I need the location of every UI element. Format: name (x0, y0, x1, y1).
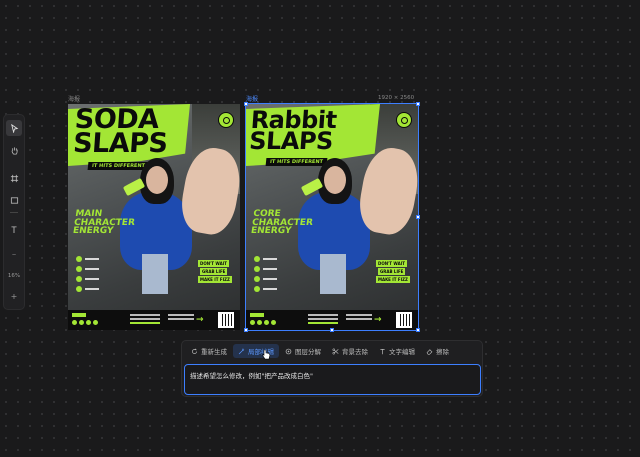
resize-handle[interactable] (416, 102, 420, 106)
resize-handle[interactable] (244, 328, 248, 332)
qr-code-icon (218, 312, 234, 328)
text-edit-icon (380, 348, 385, 354)
hand-icon[interactable] (6, 142, 22, 158)
layers-icon (285, 348, 292, 354)
refresh-icon (192, 348, 197, 354)
poster-artboard-selected[interactable]: Rabbit SLAPS IT HITS DIFFERENT CORE CHAR… (245, 103, 419, 331)
poster-slogan: IT HITS DIFFERENT (265, 158, 328, 166)
footer-text-block (346, 314, 372, 316)
resize-handle[interactable] (330, 328, 334, 332)
person-face (146, 166, 168, 194)
arrow-icon: → (374, 315, 382, 325)
tag-label: GRAB LIFE (378, 268, 406, 275)
magic-wand-icon (238, 348, 245, 354)
resize-handle[interactable] (416, 328, 420, 332)
pointer-icon[interactable] (6, 120, 22, 136)
footer-text-block (308, 314, 338, 316)
side-headline: MAIN CHARACTER ENERGY (72, 209, 136, 237)
edit-prompt-input[interactable]: 描述希望怎么修改，例如"把产品改成白色" (184, 364, 481, 395)
arrow-icon: → (196, 315, 204, 325)
social-icons (72, 320, 98, 325)
feature-row (254, 286, 277, 292)
zoom-in-button[interactable]: + (4, 292, 24, 301)
footer-text-block (168, 314, 194, 316)
remove-background-button[interactable]: 背景去除 (327, 344, 373, 358)
social-icons (250, 320, 276, 325)
poster-footer: → (246, 310, 418, 330)
poster-title: SODA SLAPS (72, 104, 169, 159)
scissors-icon (332, 348, 339, 354)
regenerate-button[interactable]: 重新生成 (186, 344, 232, 358)
badge-icon (396, 112, 412, 128)
person-face (324, 166, 346, 194)
rectangle-icon[interactable] (6, 192, 22, 208)
left-toolbar: T − 16% + (3, 114, 25, 310)
tag-label: MAKE IT FIZZ (376, 276, 410, 283)
feature-row (76, 286, 99, 292)
poster-artboard[interactable]: SODA SLAPS IT HITS DIFFERENT MAIN CHARAC… (68, 104, 240, 330)
tag-label: GRAB LIFE (200, 268, 228, 275)
tag-label: MAKE IT FIZZ (198, 276, 232, 283)
artboard-label[interactable]: 海报 (68, 94, 80, 103)
text-icon[interactable]: T (6, 222, 22, 238)
frame-grid-icon[interactable] (6, 170, 22, 186)
qr-code-icon (396, 312, 412, 328)
side-headline: CORE CHARACTER ENERGY (250, 209, 314, 237)
footer-logo (250, 313, 264, 317)
feature-row (76, 276, 99, 282)
zoom-out-button[interactable]: − (4, 252, 24, 258)
artboard-size: 1920 × 2560 (378, 95, 415, 101)
footer-logo (72, 313, 86, 317)
tag-label: DON'T WAIT (376, 260, 407, 267)
footer-text-block (130, 314, 160, 316)
person-jeans (142, 254, 168, 294)
layer-split-button[interactable]: 图层分解 (280, 344, 326, 358)
feature-row (254, 276, 277, 282)
toolbar-divider (10, 212, 18, 213)
mouse-pointer-icon (262, 349, 271, 360)
resize-handle[interactable] (416, 215, 420, 219)
text-edit-button[interactable]: 文字编辑 (374, 344, 420, 358)
feature-row (76, 256, 99, 262)
erase-button[interactable]: 擦除 (421, 344, 454, 358)
feature-row (76, 266, 99, 272)
poster-slogan: IT HITS DIFFERENT (87, 162, 150, 170)
edit-action-panel: 重新生成 局部编辑 图层分解 背景去除 文字编辑 擦除 描述希望怎么修改，例如"… (181, 340, 483, 397)
feature-row (254, 266, 277, 272)
tag-label: DON'T WAIT (198, 260, 229, 267)
zoom-level: 16% (7, 273, 21, 279)
resize-handle[interactable] (244, 102, 248, 106)
poster-footer: → (68, 310, 240, 330)
person-jeans (320, 254, 346, 294)
local-edit-button[interactable]: 局部编辑 (233, 344, 279, 358)
feature-row (254, 256, 277, 262)
eraser-icon (426, 348, 433, 355)
badge-icon (218, 112, 234, 128)
action-tabs: 重新生成 局部编辑 图层分解 背景去除 文字编辑 擦除 (186, 344, 454, 358)
poster-title: Rabbit SLAPS (248, 106, 338, 156)
